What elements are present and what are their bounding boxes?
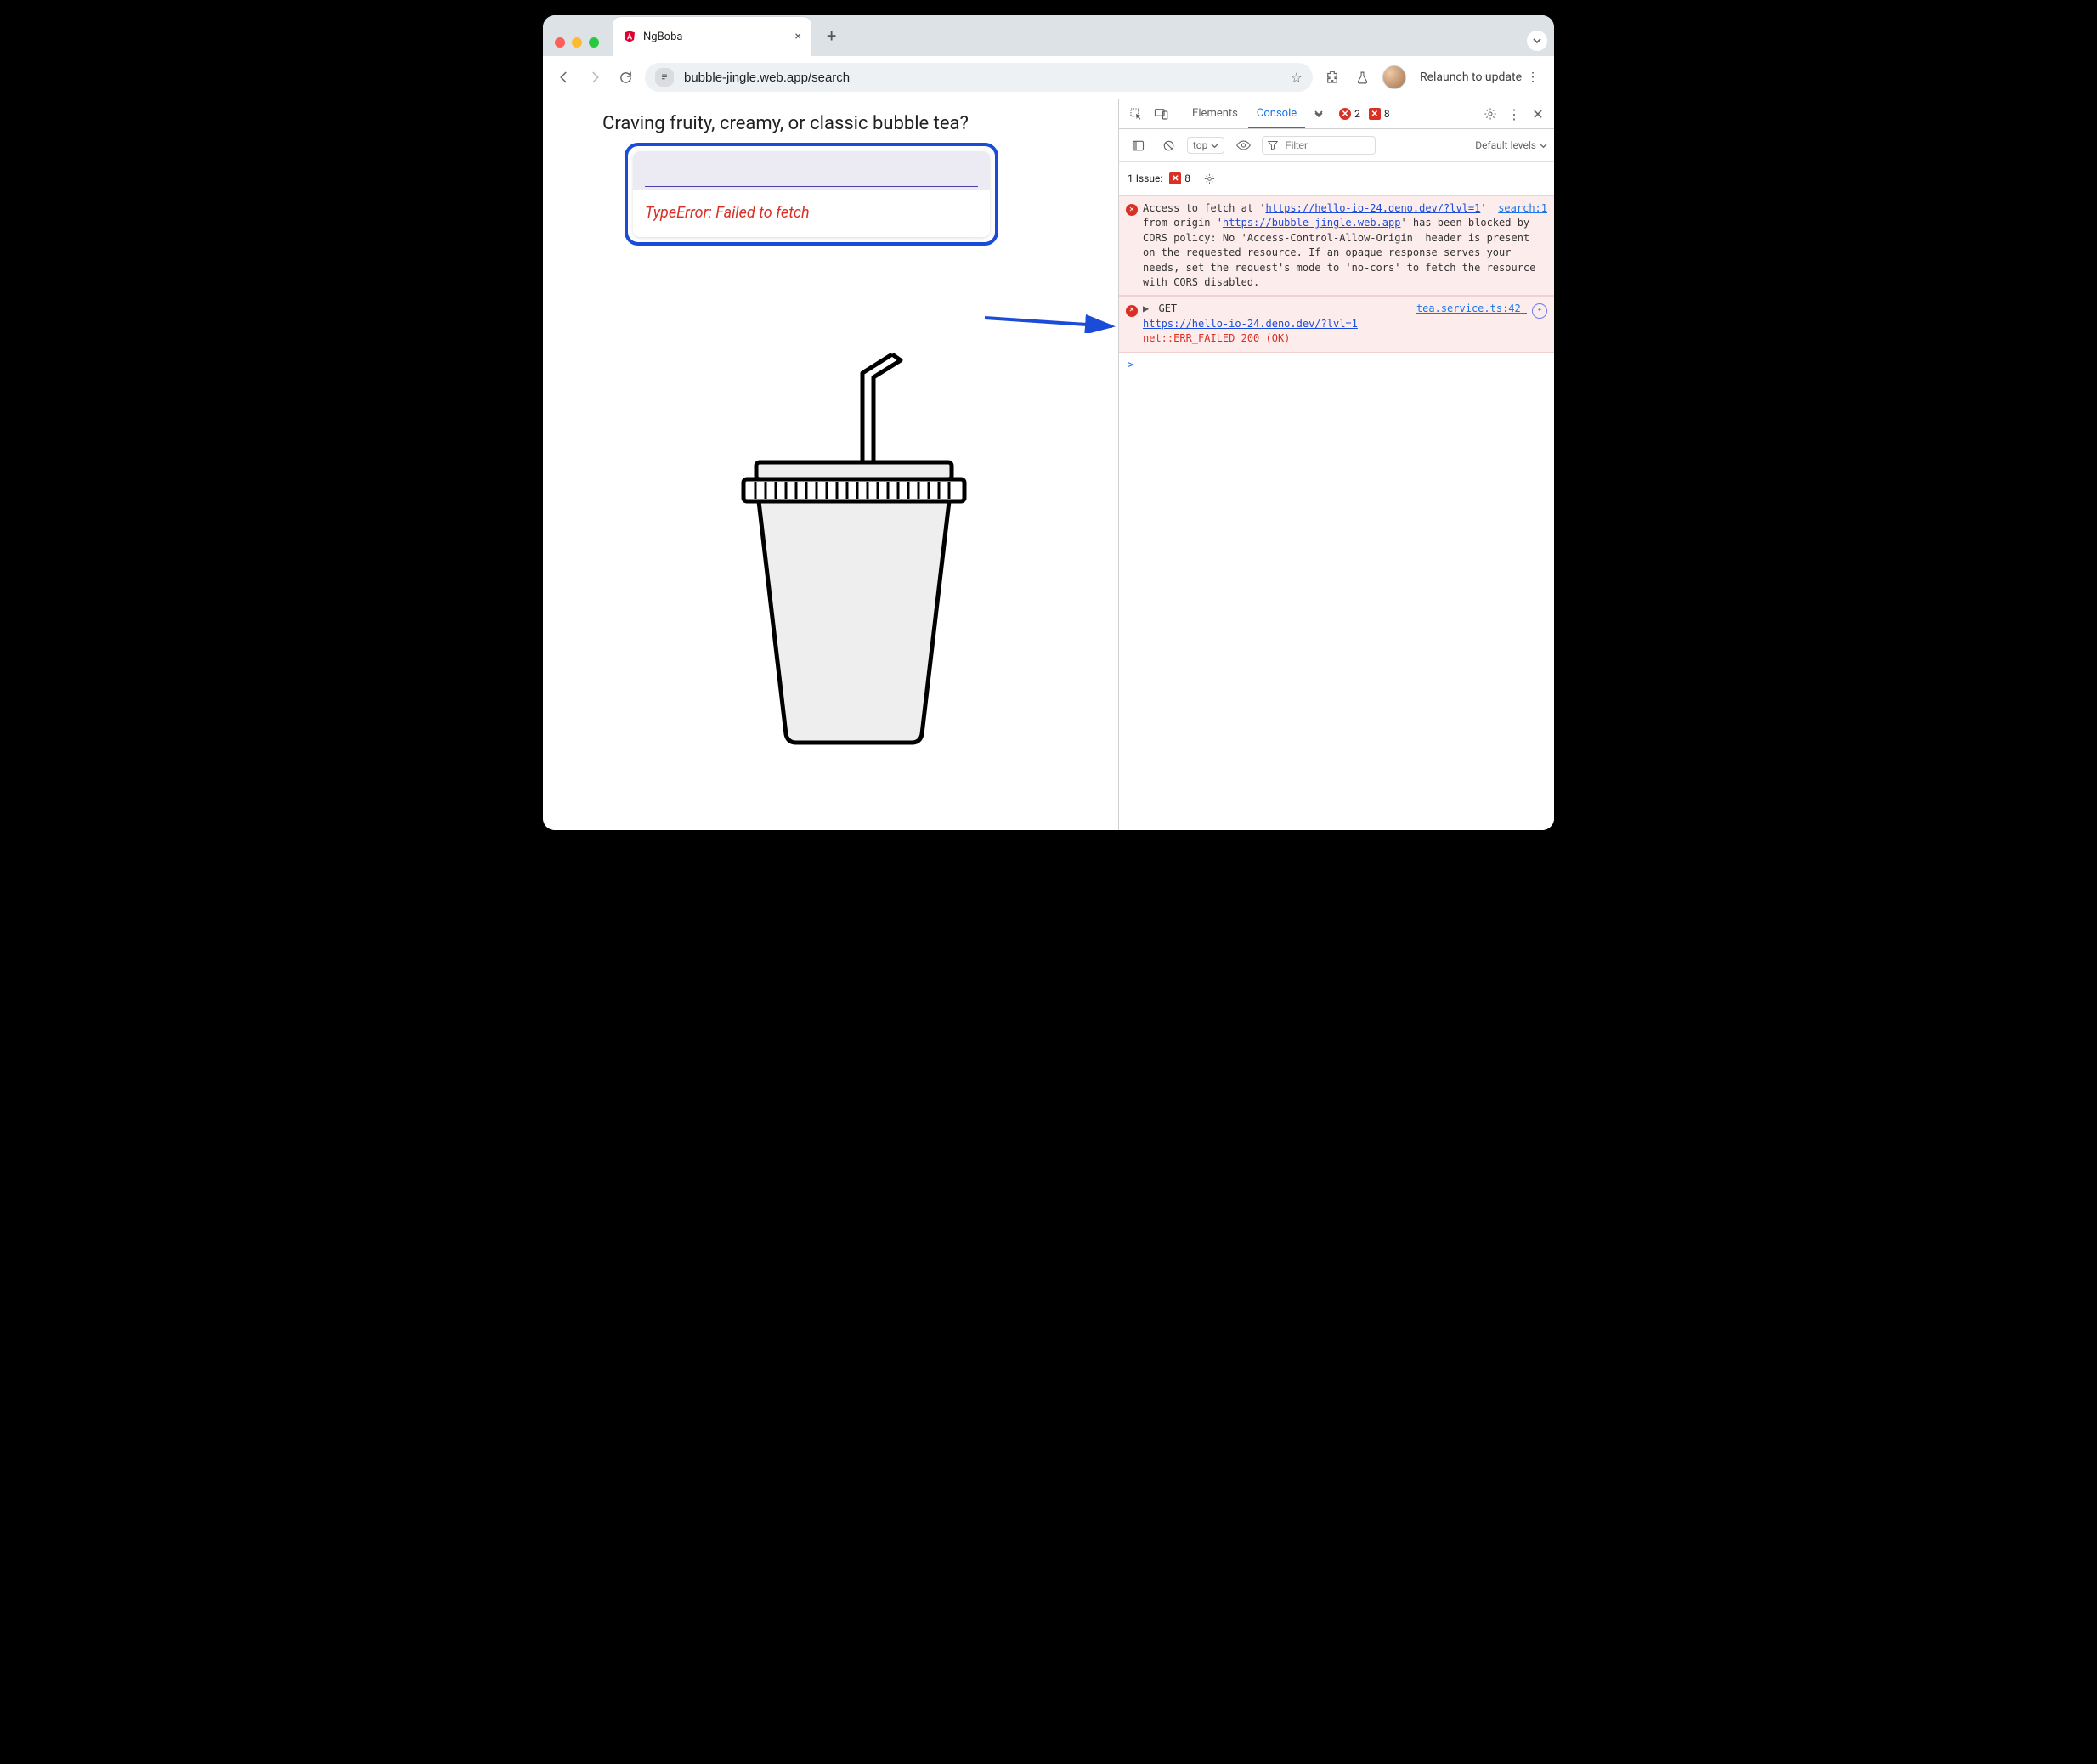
inspect-element-icon[interactable] (1124, 102, 1148, 126)
log-levels-select[interactable]: Default levels (1475, 139, 1547, 151)
execution-context-select[interactable]: top (1187, 137, 1224, 154)
log-text: Access to fetch at ' (1143, 202, 1266, 214)
annotation-arrow (985, 308, 1118, 333)
filter-funnel-icon (1268, 140, 1278, 150)
clear-console-icon[interactable] (1156, 133, 1180, 157)
error-icon: ✕ (1339, 108, 1351, 120)
search-input[interactable] (645, 163, 978, 187)
tab-close-button[interactable]: × (795, 30, 801, 43)
ai-explain-icon[interactable]: ✦ (1532, 303, 1547, 319)
search-field-wrap (633, 151, 990, 190)
log-url-link[interactable]: https://bubble-jingle.web.app (1223, 217, 1401, 229)
back-button[interactable] (553, 66, 575, 88)
devtools-settings-icon[interactable] (1479, 103, 1501, 125)
relaunch-button[interactable]: Relaunch to update ⋮ (1415, 67, 1544, 88)
devtools-tab-bar: Elements Console ✕ 2 ✕ 8 (1119, 99, 1554, 129)
devtools-close-button[interactable]: ✕ (1527, 103, 1549, 125)
profile-avatar[interactable] (1382, 65, 1406, 89)
http-method: GET (1158, 302, 1177, 314)
device-toolbar-icon[interactable] (1150, 102, 1173, 126)
angular-icon (623, 30, 636, 43)
tab-title: NgBoba (643, 31, 682, 43)
reload-button[interactable] (614, 66, 636, 88)
execution-context-label: top (1193, 139, 1207, 151)
more-tabs-chevron-icon[interactable] (1307, 102, 1331, 126)
page-content: Craving fruity, creamy, or classic bubbl… (543, 99, 1118, 830)
live-expression-eye-icon[interactable] (1231, 133, 1255, 157)
new-tab-button[interactable]: + (820, 20, 843, 56)
tab-strip: NgBoba × + (543, 15, 1554, 56)
disclosure-triangle-icon[interactable]: ▶ (1143, 302, 1149, 314)
window-controls (555, 37, 599, 56)
log-url-link[interactable]: https://hello-io-24.deno.dev/?lvl=1 (1266, 202, 1481, 214)
window-maximize-button[interactable] (589, 37, 599, 48)
browser-tab-active[interactable]: NgBoba × (613, 17, 811, 56)
url-input[interactable] (682, 70, 1282, 86)
issues-count: 8 (1184, 172, 1190, 184)
browser-toolbar: ☆ Relaunch to update ⋮ (543, 56, 1554, 99)
error-message: TypeError: Failed to fetch (633, 190, 990, 237)
warning-count-badge[interactable]: ✕ 8 (1369, 108, 1390, 120)
log-url-link[interactable]: https://hello-io-24.deno.dev/?lvl=1 (1143, 318, 1358, 330)
kebab-icon: ⋮ (1527, 71, 1539, 84)
error-icon: ✕ (1126, 305, 1138, 317)
bookmark-star-icon[interactable]: ☆ (1291, 70, 1303, 86)
console-prompt[interactable]: > (1119, 353, 1554, 377)
devtools-kebab-icon[interactable]: ⋮ (1503, 103, 1525, 125)
warning-count: 8 (1384, 108, 1390, 120)
viewport: Craving fruity, creamy, or classic bubbl… (543, 99, 1554, 830)
devtools-panel: Elements Console ✕ 2 ✕ 8 (1118, 99, 1554, 830)
issue-icon: ✕ (1169, 172, 1181, 184)
labs-flask-icon[interactable] (1352, 66, 1374, 88)
console-filter-input[interactable] (1283, 139, 1354, 152)
issues-badge[interactable]: ✕ 8 (1169, 172, 1190, 184)
issues-label: 1 Issue: (1128, 172, 1162, 184)
browser-window: NgBoba × + ☆ (543, 15, 1554, 830)
network-status: net::ERR_FAILED 200 (OK) (1143, 332, 1290, 344)
chevron-down-icon[interactable] (1527, 31, 1547, 51)
console-toolbar: top Default levels (1119, 129, 1554, 162)
source-link[interactable]: search:1 (1498, 201, 1547, 216)
forward-button[interactable] (584, 66, 606, 88)
window-minimize-button[interactable] (572, 37, 582, 48)
issues-settings-icon[interactable] (1197, 167, 1221, 190)
boba-cup-illustration (602, 348, 1105, 747)
page-heading: Craving fruity, creamy, or classic bubbl… (602, 113, 1105, 134)
console-filter[interactable] (1262, 136, 1376, 155)
error-icon: ✕ (1126, 204, 1138, 216)
search-card: TypeError: Failed to fetch (633, 151, 990, 237)
highlight-frame: TypeError: Failed to fetch (625, 143, 998, 246)
devtools-tab-elements[interactable]: Elements (1184, 100, 1246, 128)
console-sidebar-toggle-icon[interactable] (1126, 133, 1150, 157)
error-count-badge[interactable]: ✕ 2 (1339, 108, 1360, 120)
issue-icon: ✕ (1369, 108, 1381, 120)
devtools-tab-console[interactable]: Console (1248, 100, 1305, 128)
extensions-icon[interactable] (1321, 66, 1343, 88)
url-bar[interactable]: ☆ (645, 63, 1313, 92)
log-levels-label: Default levels (1475, 139, 1536, 151)
issues-bar: 1 Issue: ✕ 8 (1119, 162, 1554, 195)
relaunch-label: Relaunch to update (1420, 71, 1522, 84)
error-count: 2 (1354, 108, 1360, 120)
console-entry-network-error[interactable]: ✕ tea.service.ts:42 ✦ ▶ GET https://hell… (1119, 296, 1554, 352)
console-entry-cors-error[interactable]: ✕ search:1 Access to fetch at 'https://h… (1119, 195, 1554, 296)
console-log: ✕ search:1 Access to fetch at 'https://h… (1119, 195, 1554, 377)
window-close-button[interactable] (555, 37, 565, 48)
site-settings-icon[interactable] (655, 68, 674, 87)
source-link[interactable]: tea.service.ts:42 ✦ (1416, 302, 1547, 318)
